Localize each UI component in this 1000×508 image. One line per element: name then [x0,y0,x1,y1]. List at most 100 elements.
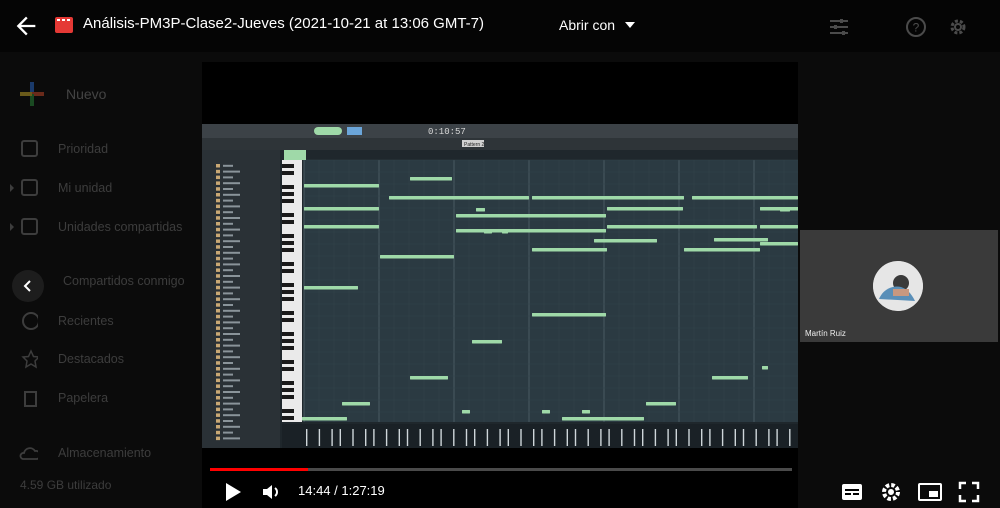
open-with-label: Abrir con [559,17,616,33]
settings-gear-icon[interactable] [880,480,902,504]
browser-item-label [223,350,233,353]
fullscreen-icon[interactable] [958,480,980,504]
browser-item-icon [216,222,220,226]
piano-black-key [282,283,294,287]
svg-text:?: ? [913,21,920,35]
settings-sliders-icon[interactable] [828,16,850,38]
piano-black-key [282,311,294,315]
midi-note [410,177,452,181]
progress-bar[interactable] [210,468,792,471]
sidebar-item-shared-drives[interactable]: Unidades compartidas [8,217,182,237]
back-arrow-icon[interactable] [12,12,40,40]
velocity-bar [608,429,610,446]
browser-item-label [223,309,240,312]
piano-black-key [282,220,294,224]
daw-time-display: 0:10:57 [428,127,466,137]
browser-item-icon [216,280,220,284]
sidebar-item-storage[interactable]: Almacenamiento [8,443,151,463]
subtitles-icon[interactable] [842,480,862,504]
sidebar-item-starred[interactable]: Destacados [8,349,124,369]
velocity-bar [541,429,543,446]
sidebar-item-my-drive[interactable]: Mi unidad [8,178,112,198]
midi-note [476,208,485,212]
sidebar-item-recent[interactable]: Recientes [8,311,114,331]
browser-item-label [223,211,233,214]
browser-item-icon [216,175,220,180]
browser-item-icon [216,367,220,371]
play-icon[interactable] [222,480,244,504]
browser-item-icon [216,291,220,296]
velocity-bar [440,429,442,446]
daw-pattern-label: Pattern 2 [464,142,485,148]
midi-note [472,340,502,344]
drive-icon [10,179,38,196]
midi-note [532,196,684,200]
sidebar-item-trash[interactable]: Papelera [8,388,108,408]
browser-item-label [223,396,233,399]
browser-item-icon [216,245,220,249]
midi-note [684,248,760,252]
browser-item-label [223,275,240,277]
velocity-bar [365,429,367,446]
midi-note [542,410,550,414]
velocity-bar [734,429,736,446]
browser-item-label [223,182,240,185]
browser-item-label [223,217,240,219]
velocity-bar [667,429,669,446]
browser-item-icon [216,169,220,174]
browser-item-label [223,193,240,196]
browser-item-label [223,385,233,388]
browser-item-icon [216,187,220,191]
browser-item-icon [216,372,220,377]
miniplayer-icon[interactable] [918,480,942,504]
browser-item-label [223,240,240,243]
new-button[interactable]: Nuevo [20,82,106,106]
browser-item-label [223,205,240,208]
browser-item-icon [216,436,220,441]
browser-item-label [223,315,233,318]
gear-icon[interactable] [947,16,969,38]
daw-toolbar [202,124,798,138]
velocity-bar [432,429,434,446]
browser-item-label [223,263,240,266]
velocity-bar [385,429,388,446]
velocity-bar [755,429,757,446]
browser-item-icon [216,256,220,261]
browser-item-icon [216,401,220,406]
velocity-bar [499,429,501,446]
browser-item-label [223,176,233,179]
velocity-bar [553,429,556,446]
midi-note [502,230,508,234]
sidebar-item-label: Recientes [58,314,114,328]
previous-file-button[interactable] [12,270,44,302]
browser-item-icon [216,326,220,330]
browser-item-icon [216,233,220,238]
open-with-button[interactable]: Abrir con [559,17,636,33]
piano-black-key [282,262,294,266]
piano-black-key [282,213,294,217]
midi-note [456,214,606,218]
piano-black-key [282,346,294,350]
browser-item-label [223,367,240,370]
browser-item-icon [216,390,220,394]
midi-note [692,196,798,200]
top-bar: Análisis-PM3P-Clase2-Jueves (2021-10-21 … [0,0,1000,52]
daw-record-button [347,127,362,135]
velocity-bar [533,429,535,446]
midi-note [607,225,757,229]
video-player[interactable]: 0:10:57 Pattern 2 14:44 / 1:27:19 [202,62,980,508]
browser-item-label [223,333,240,335]
help-icon[interactable]: ? [905,16,927,38]
midi-note [304,207,379,211]
sidebar-item-shared-with-me[interactable]: Compartidos conmigo [63,274,185,288]
browser-item-icon [216,216,220,220]
browser-item-label [223,257,233,260]
velocity-bar [318,429,321,446]
velocity-bar [688,429,690,446]
browser-item-label [223,373,233,376]
volume-icon[interactable] [260,480,284,504]
velocity-bar [406,429,409,446]
midi-note [762,366,768,370]
browser-item-icon [216,251,220,255]
sidebar-item-priority[interactable]: Prioridad [8,139,108,159]
